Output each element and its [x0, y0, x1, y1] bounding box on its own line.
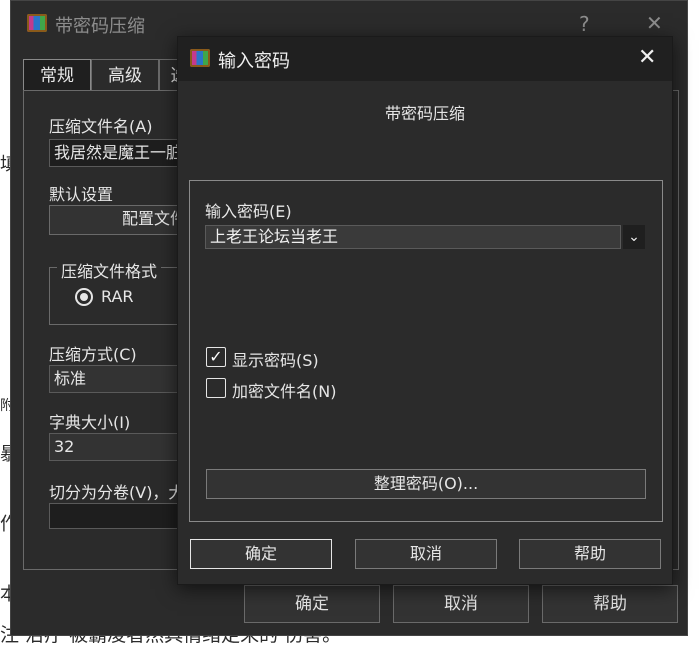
- compression-method-label: 压缩方式(C): [49, 345, 137, 364]
- tab-general[interactable]: 常规: [23, 59, 91, 91]
- split-volumes-label: 切分为分卷(V)，大: [49, 483, 185, 502]
- cancel-button[interactable]: 取消: [355, 539, 497, 569]
- password-dialog-title: 输入密码: [218, 51, 290, 72]
- winrar-app-icon: [190, 49, 210, 67]
- enter-password-dialog: 输入密码 ✕ 带密码压缩 输入密码(E) 上老王论坛当老王 ⌄ ✓ 显示密码(S…: [177, 36, 673, 585]
- chevron-down-icon[interactable]: ⌄: [623, 225, 645, 249]
- show-password-label: 显示密码(S): [232, 351, 319, 370]
- profiles-button[interactable]: 配置文件: [49, 205, 189, 235]
- archive-name-label: 压缩文件名(A): [49, 117, 153, 136]
- show-password-checkbox[interactable]: ✓: [206, 347, 226, 367]
- password-input[interactable]: 上老王论坛当老王: [205, 225, 621, 249]
- ok-button[interactable]: 确定: [190, 539, 332, 569]
- archive-name-input[interactable]: 我居然是魔王一脏: [49, 139, 189, 167]
- dictionary-size-label: 字典大小(I): [49, 413, 131, 432]
- help-button[interactable]: 帮助: [542, 585, 678, 623]
- close-icon[interactable]: ✕: [638, 45, 656, 70]
- help-icon[interactable]: ?: [579, 12, 590, 36]
- split-volumes-input[interactable]: [49, 503, 189, 529]
- default-settings-label: 默认设置: [49, 185, 114, 204]
- help-button[interactable]: 帮助: [519, 539, 661, 569]
- password-dialog-subtitle: 带密码压缩: [384, 104, 465, 123]
- organize-passwords-button[interactable]: 整理密码(O)...: [206, 469, 646, 499]
- cancel-button[interactable]: 取消: [393, 585, 529, 623]
- winrar-app-icon: [27, 14, 47, 32]
- dictionary-size-select[interactable]: 32: [49, 433, 189, 461]
- encrypt-filenames-label: 加密文件名(N): [232, 382, 337, 401]
- encrypt-filenames-checkbox[interactable]: [206, 378, 226, 398]
- close-icon[interactable]: ✕: [646, 11, 663, 35]
- window-title: 带密码压缩: [55, 16, 145, 37]
- compression-method-select[interactable]: 标准: [49, 365, 189, 393]
- enter-password-label: 输入密码(E): [205, 202, 292, 221]
- archive-format-label: 压缩文件格式: [57, 258, 162, 282]
- rar-radio[interactable]: [75, 288, 93, 306]
- rar-radio-label: RAR: [101, 287, 134, 306]
- password-dialog-titlebar[interactable]: 输入密码 ✕: [178, 37, 672, 81]
- tab-advanced[interactable]: 高级: [91, 59, 159, 91]
- ok-button[interactable]: 确定: [244, 585, 380, 623]
